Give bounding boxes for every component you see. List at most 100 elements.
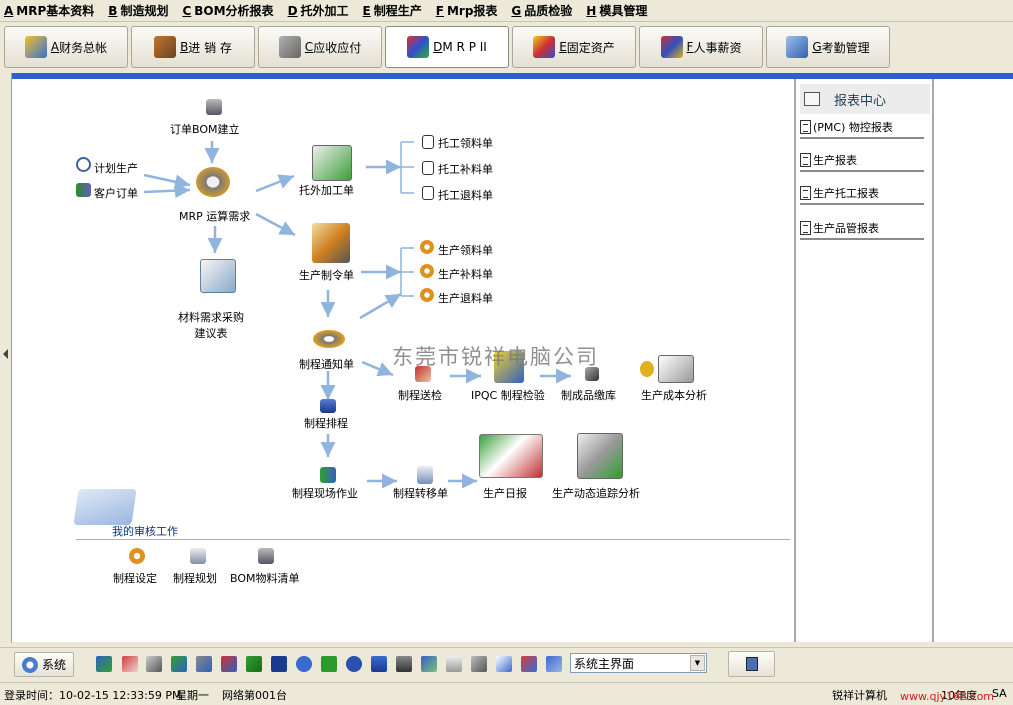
flow-prod-order[interactable]: 生产制令单	[299, 267, 354, 283]
flow-material-purchase[interactable]: 材料需求采购 建议表	[178, 309, 244, 341]
computer-icon[interactable]	[320, 399, 336, 413]
collapse-arrow-icon[interactable]	[3, 349, 8, 359]
menu-process-production[interactable]: E 制程生产	[363, 2, 422, 19]
gear-icon	[21, 656, 38, 673]
flow-out-pick[interactable]: 托工领料单	[438, 135, 493, 151]
flow-field-work[interactable]: 制程现场作业	[292, 485, 358, 501]
daily-report-icon[interactable]	[479, 434, 543, 478]
audit-paper-icon	[73, 489, 137, 525]
yen-icon[interactable]	[321, 656, 337, 672]
flow-dynamic-analysis[interactable]: 生产动态追踪分析	[552, 485, 640, 501]
status-login-time: 登录时间：10-02-15 12:33:59 PM	[4, 689, 182, 702]
globe-icon[interactable]	[421, 656, 437, 672]
worker-boxes-icon[interactable]	[312, 223, 350, 263]
process-setting-icon[interactable]	[129, 548, 145, 564]
monitor-icon[interactable]	[396, 656, 412, 672]
info-icon[interactable]	[346, 656, 362, 672]
refresh-icon[interactable]	[171, 656, 187, 672]
transfer-list-icon[interactable]	[417, 466, 433, 484]
users-icon[interactable]	[96, 656, 112, 672]
flow-process-send[interactable]: 制程送检	[398, 387, 442, 403]
tab-attendance[interactable]: G 考勤管理	[766, 26, 890, 68]
money-icon[interactable]	[640, 361, 654, 377]
document-icon[interactable]	[422, 135, 434, 149]
flow-out-return[interactable]: 托工退料单	[438, 187, 493, 203]
window-icon[interactable]	[496, 656, 512, 672]
flow-finished-store[interactable]: 制成品缴库	[561, 387, 616, 403]
flow-process-transfer[interactable]: 制程转移单	[393, 485, 448, 501]
help-icon[interactable]	[296, 656, 312, 672]
paragraph-icon[interactable]	[271, 656, 287, 672]
flow-mrp-calc[interactable]: MRP 运算需求	[179, 208, 250, 224]
menu-bom-report[interactable]: C BOM分析报表	[182, 2, 273, 19]
menu-manufacture-plan[interactable]: B 制造规划	[108, 2, 168, 19]
gear-icon[interactable]	[420, 240, 434, 254]
tab-inventory[interactable]: B进 销 存	[131, 26, 255, 68]
flow-order-bom[interactable]: 订单BOM建立	[170, 121, 240, 137]
keyboard-icon[interactable]	[371, 656, 387, 672]
flow-cost-analysis[interactable]: 生产成本分析	[641, 387, 707, 403]
dynamic-tracking-icon[interactable]	[577, 433, 623, 479]
flow-ipqc[interactable]: IPQC 制程检验	[471, 387, 545, 403]
audit-item-process-setting[interactable]: 制程设定	[113, 570, 157, 586]
calculator-icon[interactable]	[446, 656, 462, 672]
flow-process-notice[interactable]: 制程通知单	[299, 356, 354, 372]
menu-mrp-report[interactable]: F Mrp报表	[436, 2, 498, 19]
document-icon	[800, 186, 811, 200]
tab-finance[interactable]: A 财务总帐	[4, 26, 128, 68]
left-collapse-bar[interactable]	[0, 73, 12, 643]
clock-icon[interactable]	[76, 157, 91, 172]
copy-icon[interactable]	[146, 656, 162, 672]
tab-receivable[interactable]: C 应收应付	[258, 26, 382, 68]
bom-list-icon[interactable]	[258, 548, 274, 564]
system-button[interactable]: 系统	[14, 652, 74, 677]
document-icon[interactable]	[422, 161, 434, 175]
audit-divider	[76, 539, 790, 540]
gears-icon[interactable]	[196, 167, 230, 197]
flow-customer-order[interactable]: 客户订单	[94, 185, 138, 201]
outsource-calendar-icon[interactable]	[312, 145, 352, 181]
flow-plan-production[interactable]: 计划生产	[94, 160, 138, 176]
report-item-quality[interactable]: 生产品管报表	[800, 218, 924, 240]
arrow-window-icon[interactable]	[521, 656, 537, 672]
print-icon[interactable]	[196, 656, 212, 672]
flow-daily-report[interactable]: 生产日报	[483, 485, 527, 501]
audit-item-process-plan[interactable]: 制程规划	[173, 570, 217, 586]
flow-process-schedule[interactable]: 制程排程	[304, 415, 348, 431]
purchase-doc-icon[interactable]	[200, 259, 236, 293]
text-icon[interactable]	[122, 656, 138, 672]
cascade-windows-icon[interactable]	[546, 656, 562, 672]
flow-prod-pick[interactable]: 生产领料单	[438, 242, 493, 258]
printer-icon[interactable]	[471, 656, 487, 672]
tree-icon[interactable]	[246, 656, 262, 672]
menu-mold-management[interactable]: H 模具管理	[586, 2, 647, 19]
tab-mrp2[interactable]: DM R P II	[385, 26, 509, 68]
process-gears-icon[interactable]	[313, 330, 345, 348]
customer-order-icon[interactable]	[76, 183, 91, 197]
menu-quality-check[interactable]: G 品质检验	[511, 2, 572, 19]
main-screen-select[interactable]: 系统主界面 ▼	[570, 653, 707, 673]
flow-outsource[interactable]: 托外加工单	[299, 182, 354, 198]
process-plan-icon[interactable]	[190, 548, 206, 564]
document-icon[interactable]	[422, 186, 434, 200]
gear-icon[interactable]	[420, 288, 434, 302]
flow-prod-return[interactable]: 生产退料单	[438, 290, 493, 306]
menu-outsource[interactable]: D 托外加工	[288, 2, 349, 19]
report-item-production[interactable]: 生产报表	[800, 150, 924, 172]
field-work-icon[interactable]	[320, 467, 336, 483]
people-icon[interactable]	[221, 656, 237, 672]
tab-fixed-assets[interactable]: E 固定资产	[512, 26, 636, 68]
menu-mrp-basic[interactable]: A MRP基本资料	[4, 2, 94, 19]
bom-tree-icon[interactable]	[206, 99, 222, 115]
tab-hr-salary[interactable]: F 人事薪资	[639, 26, 763, 68]
flow-out-supply[interactable]: 托工补料单	[438, 161, 493, 177]
report-item-pmc[interactable]: (PMC) 物控报表	[800, 117, 924, 139]
flow-prod-supply[interactable]: 生产补料单	[438, 266, 493, 282]
exit-button[interactable]	[728, 651, 775, 677]
chevron-down-icon[interactable]: ▼	[690, 655, 705, 671]
audit-item-bom-list[interactable]: BOM物料清单	[230, 570, 300, 586]
cost-sign-icon[interactable]	[658, 355, 694, 383]
report-item-outsource[interactable]: 生产托工报表	[800, 183, 924, 205]
gear-icon[interactable]	[420, 264, 434, 278]
right-blank-area	[934, 79, 1013, 642]
